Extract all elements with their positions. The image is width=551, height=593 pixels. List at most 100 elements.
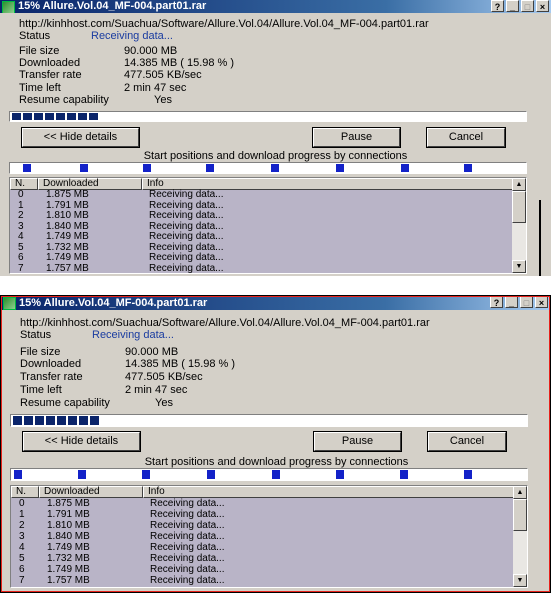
progress-segment [56, 113, 65, 120]
table-row[interactable]: 0 1.875 MB Receiving data... [10, 189, 515, 201]
table-row[interactable]: 2 1.810 MB Receiving data... [11, 520, 516, 531]
cancel-button[interactable]: Cancel [426, 127, 506, 148]
download-progress-bar [10, 414, 528, 427]
minimize-button[interactable]: _ [506, 0, 519, 12]
connection-marker [206, 164, 214, 172]
download-url: http://kinhhost.com/Suachua/Software/All… [19, 18, 429, 30]
table-row[interactable]: 7 1.757 MB Receiving data... [10, 262, 515, 274]
table-row[interactable]: 5 1.732 MB Receiving data... [11, 553, 516, 564]
status-row: Status Receiving data... [19, 30, 173, 42]
connection-marker [464, 164, 472, 172]
table-row[interactable]: 4 1.749 MB Receiving data... [10, 231, 515, 243]
download-dialog-bottom: 15% Allure.Vol.04_MF-004.part01.rar ? _ … [0, 295, 551, 593]
connection-marker [80, 164, 88, 172]
maximize-button[interactable]: □ [521, 0, 534, 12]
downloaded-label: Downloaded [20, 358, 82, 370]
connection-marker [271, 164, 279, 172]
scroll-down-arrow-icon[interactable]: ▼ [513, 574, 527, 587]
cell-downloaded: 1.749 MB [46, 231, 89, 242]
table-header: N. Downloaded Info [11, 486, 516, 498]
connections-table: N. Downloaded Info 0 1.875 MB Receiving da… [9, 177, 527, 274]
table-row[interactable]: 2 1.810 MB Receiving data... [10, 210, 515, 222]
table-row[interactable]: 4 1.749 MB Receiving data... [11, 542, 516, 553]
cell-downloaded: 1.791 MB [47, 509, 90, 520]
table-row[interactable]: 7 1.757 MB Receiving data... [11, 575, 516, 586]
maximize-button[interactable]: □ [520, 296, 533, 308]
title-bar[interactable]: 15% Allure.Vol.04_MF-004.part01.rar ? _ … [0, 0, 551, 13]
connections-bar [10, 468, 528, 481]
scroll-down-arrow-icon[interactable]: ▼ [512, 260, 526, 273]
downloaded-label: Downloaded [19, 57, 81, 69]
pause-button[interactable]: Pause [313, 431, 402, 452]
window-title: 15% Allure.Vol.04_MF-004.part01.rar [18, 0, 207, 12]
cell-number: 7 [19, 575, 25, 586]
connection-marker [336, 470, 344, 479]
cancel-button[interactable]: Cancel [427, 431, 507, 452]
cell-info: Receiving data... [150, 509, 225, 520]
cell-downloaded: 1.749 MB [46, 252, 89, 263]
cell-info: Receiving data... [149, 231, 224, 242]
cell-number: 6 [19, 564, 25, 575]
table-row[interactable]: 0 1.875 MB Receiving data... [11, 498, 516, 509]
download-dialog-top: 15% Allure.Vol.04_MF-004.part01.rar ? _ … [0, 0, 551, 276]
table-row[interactable]: 6 1.749 MB Receiving data... [10, 252, 515, 264]
resume-value: Yes [155, 397, 173, 409]
edge-divider [539, 200, 541, 276]
hide-details-button[interactable]: << Hide details [21, 127, 140, 148]
cell-downloaded: 1.749 MB [47, 564, 90, 575]
connection-marker [14, 470, 22, 479]
table-row[interactable]: 1 1.791 MB Receiving data... [11, 509, 516, 520]
cell-info: Receiving data... [149, 252, 224, 263]
cell-downloaded: 1.757 MB [47, 575, 90, 586]
table-scrollbar[interactable]: ▲ ▼ [512, 178, 526, 273]
status-label: Status [20, 329, 52, 341]
download-app-icon [3, 297, 16, 310]
transfer-rate-row: Transfer rate 477.505 KB/sec [20, 371, 203, 383]
window-controls: ? _ □ × [491, 0, 549, 12]
table-row[interactable]: 3 1.840 MB Receiving data... [11, 531, 516, 542]
help-button[interactable]: ? [491, 0, 504, 12]
connection-marker [23, 164, 31, 172]
scroll-thumb[interactable] [513, 499, 527, 531]
cell-info: Receiving data... [150, 542, 225, 553]
column-header-number[interactable]: N. [11, 486, 39, 498]
table-scrollbar[interactable]: ▲ ▼ [513, 486, 527, 587]
cell-number: 2 [18, 210, 24, 221]
progress-segment [34, 113, 43, 120]
close-button[interactable]: × [536, 0, 549, 12]
time-left-label: Time left [19, 82, 61, 94]
cell-downloaded: 1.875 MB [46, 189, 89, 200]
cell-downloaded: 1.757 MB [46, 262, 89, 274]
file-size-value: 90.000 MB [125, 346, 179, 358]
cell-number: 4 [19, 542, 25, 553]
progress-segment [68, 416, 77, 425]
table-row[interactable]: 6 1.749 MB Receiving data... [11, 564, 516, 575]
progress-segment [90, 416, 99, 425]
progress-segment [24, 416, 33, 425]
cell-number: 5 [19, 553, 25, 564]
close-button[interactable]: × [535, 296, 548, 308]
transfer-rate-label: Transfer rate [20, 371, 83, 383]
table-body: 0 1.875 MB Receiving data... 1 1.791 MB Rece… [10, 189, 515, 274]
hide-details-button[interactable]: << Hide details [22, 431, 141, 452]
progress-segment [79, 416, 88, 425]
connection-marker [272, 470, 280, 479]
cell-info: Receiving data... [150, 531, 225, 542]
help-button[interactable]: ? [490, 296, 503, 308]
column-header-info[interactable]: Info [143, 486, 516, 498]
connection-marker [142, 470, 150, 479]
connections-caption: Start positions and download progress by… [143, 150, 408, 162]
column-header-number[interactable]: N. [10, 178, 38, 190]
downloaded-row: Downloaded 14.385 MB ( 15.98 % ) [20, 358, 235, 370]
title-bar[interactable]: 15% Allure.Vol.04_MF-004.part01.rar ? _ … [1, 296, 550, 310]
connections-caption: Start positions and download progress by… [144, 456, 409, 468]
scroll-up-arrow-icon[interactable]: ▲ [512, 178, 526, 191]
pause-button[interactable]: Pause [312, 127, 401, 148]
cell-info: Receiving data... [149, 189, 224, 200]
column-header-downloaded[interactable]: Downloaded [39, 486, 143, 498]
scroll-thumb[interactable] [512, 191, 526, 223]
scroll-up-arrow-icon[interactable]: ▲ [513, 486, 527, 499]
cell-info: Receiving data... [149, 210, 224, 221]
minimize-button[interactable]: _ [505, 296, 518, 308]
cell-number: 1 [19, 509, 25, 520]
